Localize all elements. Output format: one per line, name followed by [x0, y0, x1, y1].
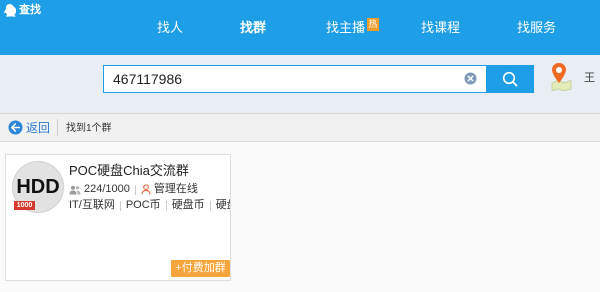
paid-join-button[interactable]: +付费加群: [171, 260, 230, 277]
search-input[interactable]: [103, 65, 487, 93]
clear-icon[interactable]: [464, 72, 477, 85]
location-label: 王: [584, 72, 595, 84]
back-label: 返回: [26, 121, 51, 135]
qq-penguin-icon: [3, 3, 16, 18]
tag: POC币: [125, 199, 161, 211]
tab-find-service[interactable]: 找服务: [517, 19, 556, 37]
search-button[interactable]: [486, 65, 534, 93]
find-window: 查找 找人 找群 找主播热 找课程 找服务 467117986 王 返回 找到1…: [0, 0, 600, 292]
back-button[interactable]: 返回: [6, 118, 52, 138]
admin-status: 管理在线: [153, 183, 198, 195]
member-count: 224/1000: [84, 183, 130, 195]
window-title: 查找: [19, 4, 41, 16]
map-pin-icon: [549, 62, 572, 91]
search-icon: [501, 70, 519, 88]
hot-badge: 热: [367, 18, 380, 31]
tag: IT/互联网: [69, 199, 115, 211]
tab-find-streamer[interactable]: 找主播热: [326, 18, 380, 37]
tab-find-group[interactable]: 找群: [240, 19, 266, 37]
search-area: 王: [0, 55, 600, 113]
tab-find-streamer-label: 找主播: [326, 20, 366, 35]
result-toolbar: 返回 找到1个群: [0, 113, 600, 142]
header-bar: 查找 找人 找群 找主播热 找课程 找服务: [0, 0, 600, 55]
tag: 硬盘币: [171, 199, 205, 211]
tag-separator: [165, 200, 167, 211]
tab-find-people[interactable]: 找人: [157, 19, 183, 37]
group-tags: IT/互联网 POC币 硬盘币 硬盘...: [69, 199, 230, 212]
location-selector[interactable]: 王: [549, 62, 600, 92]
back-arrow-icon: [8, 120, 23, 135]
tab-find-course[interactable]: 找课程: [421, 19, 460, 37]
toolbar-divider: [57, 119, 58, 136]
group-size-badge: 1000: [14, 201, 35, 210]
result-count: 找到1个群: [66, 123, 112, 134]
tag-separator: [119, 200, 121, 211]
results-area: HDD 1000 POC硬盘Chia交流群 224/1000 管理在线 IT/互…: [0, 142, 600, 292]
tag: 硬盘...: [215, 199, 230, 211]
group-name[interactable]: POC硬盘Chia交流群: [69, 163, 189, 179]
group-card[interactable]: HDD 1000 POC硬盘Chia交流群 224/1000 管理在线 IT/互…: [5, 154, 231, 281]
admin-icon: [141, 184, 151, 195]
members-icon: [69, 185, 81, 195]
tag-separator: [209, 200, 211, 211]
group-stats-row: 224/1000 管理在线: [69, 183, 198, 196]
stats-separator: [134, 184, 136, 195]
